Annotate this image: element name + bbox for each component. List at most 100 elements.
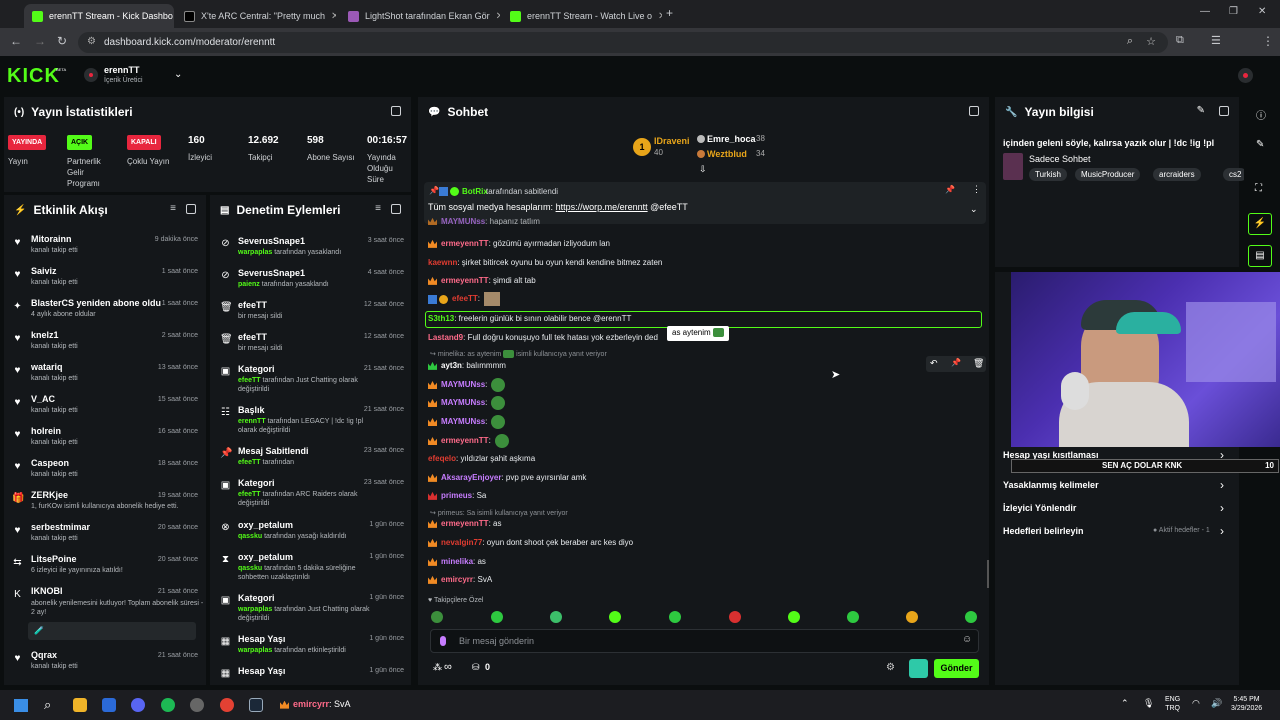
chat-username[interactable]: efeeTT bbox=[452, 294, 478, 303]
mod-actor[interactable]: erennTT bbox=[238, 418, 266, 425]
quick-emote-icon[interactable] bbox=[906, 611, 918, 623]
chat-message[interactable]: Lastand9: Full doğru konuşuyo full tek h… bbox=[428, 331, 658, 345]
activity-item[interactable]: ♥ Mitorainn kanalı takip etti 9 dakika önce bbox=[12, 233, 200, 263]
chat-username[interactable]: ermeyennTT bbox=[441, 276, 489, 285]
bot-icon[interactable] bbox=[909, 659, 928, 678]
chat-message[interactable]: ayt3n: balımmmm bbox=[428, 359, 506, 373]
forward-icon[interactable]: → bbox=[34, 34, 46, 48]
chevron-right-icon[interactable]: › bbox=[1220, 478, 1224, 492]
activity-item[interactable]: ♥ Qqrax kanalı takip etti 21 saat önce bbox=[12, 649, 200, 679]
mod-actor[interactable]: warpaplas bbox=[238, 249, 272, 256]
kick-logo[interactable]: KICK bbox=[7, 65, 60, 88]
popout-icon[interactable] bbox=[186, 204, 196, 214]
clipboard-icon[interactable]: ▤ bbox=[1248, 245, 1272, 267]
chat-message[interactable]: ermeyennTT: şimdi alt tab bbox=[428, 274, 536, 288]
site-info-icon[interactable]: ⚙ bbox=[87, 36, 96, 47]
chat-message[interactable]: ermeyennTT: gözümü ayırmadan izliyodum l… bbox=[428, 237, 610, 251]
chat-username[interactable]: MAYMUNss bbox=[441, 398, 485, 407]
unpin-icon[interactable]: 📌 bbox=[945, 185, 955, 194]
mod-actor[interactable]: warpaplas bbox=[238, 647, 272, 654]
quick-emote-icon[interactable] bbox=[491, 611, 503, 623]
popout-icon[interactable] bbox=[1219, 106, 1229, 116]
settings-link[interactable]: Hedefleri belirleyin bbox=[1003, 526, 1084, 536]
chat-username[interactable]: ermeyennTT bbox=[441, 519, 489, 528]
mod-action-item[interactable]: 📌 Mesaj Sabitlendi efeeTT tarafından 23 saa… bbox=[220, 446, 408, 476]
minimize-icon[interactable]: — bbox=[1200, 6, 1210, 17]
chat-message[interactable]: emircyrr: SvA bbox=[428, 573, 492, 587]
quick-emote-icon[interactable] bbox=[431, 611, 443, 623]
info-icon[interactable]: ⓘ bbox=[1256, 107, 1266, 122]
chat-username[interactable]: minelika bbox=[441, 557, 473, 566]
extensions-icon[interactable]: ⧉ bbox=[1176, 34, 1184, 47]
chat-message[interactable]: efeeTT: bbox=[428, 292, 501, 306]
popout-icon[interactable] bbox=[969, 106, 979, 116]
file-explorer-icon[interactable] bbox=[73, 698, 87, 712]
quick-emote-icon[interactable] bbox=[788, 611, 800, 623]
activity-item[interactable]: ♥ watariq kanalı takip etti 13 saat önce bbox=[12, 361, 200, 391]
settings-link[interactable]: İzleyici Yönlendir bbox=[1003, 503, 1076, 513]
search-icon[interactable]: ⌕ bbox=[44, 697, 51, 713]
chevron-down-icon[interactable]: ⌄ bbox=[970, 204, 978, 215]
quick-emote-icon[interactable] bbox=[609, 611, 621, 623]
chrome-icon[interactable] bbox=[220, 698, 234, 712]
tab-kick-watch[interactable]: erennTT Stream - Watch Live o ✕ bbox=[502, 4, 662, 28]
tray-microphone-icon[interactable]: 🎙 bbox=[1143, 698, 1154, 709]
quick-emote-icon[interactable] bbox=[669, 611, 681, 623]
close-icon[interactable]: ✕ bbox=[658, 11, 662, 22]
close-window-icon[interactable]: ✕ bbox=[1258, 6, 1266, 17]
more-options-icon[interactable]: ⋮ bbox=[972, 184, 981, 195]
microphone-icon[interactable] bbox=[440, 636, 446, 646]
chat-message[interactable]: kaewnn: şirket bitircek oyunu bu oyun ke… bbox=[428, 256, 662, 270]
language-indicator[interactable]: ENG TRQ bbox=[1165, 695, 1180, 713]
filter-icon[interactable]: ≡ bbox=[170, 203, 176, 214]
quick-emote-icon[interactable] bbox=[550, 611, 562, 623]
activity-item[interactable]: 🎁 ZERKjee 1, furKOw isimli kullanıcıya abo… bbox=[12, 489, 200, 519]
maximize-icon[interactable]: ❐ bbox=[1229, 6, 1238, 17]
user-avatar[interactable] bbox=[1238, 68, 1253, 83]
close-icon[interactable]: ✕ bbox=[496, 11, 500, 22]
chat-username[interactable]: ermeyennTT bbox=[441, 436, 489, 445]
leaderboard-name[interactable]: Weztblud bbox=[707, 149, 747, 159]
chat-username[interactable]: MAYMUNss bbox=[441, 217, 485, 225]
app-icon[interactable] bbox=[190, 698, 204, 712]
chat-message[interactable]: primeus: Sa bbox=[428, 489, 486, 503]
activity-item[interactable]: ♥ Caspeon kanalı takip etti 18 saat önce bbox=[12, 457, 200, 487]
kick-points-icon[interactable]: ⁂ bbox=[433, 662, 442, 673]
mod-action-item[interactable]: ▣ Kategori efeeTT tarafından Just Chatting… bbox=[220, 364, 408, 394]
settings-link[interactable]: Yasaklanmış kelimeler bbox=[1003, 480, 1099, 490]
chevron-down-icon[interactable]: ⌄ bbox=[174, 69, 182, 80]
tray-chevron-up-icon[interactable]: ⌃ bbox=[1121, 698, 1129, 709]
quick-emote-icon[interactable] bbox=[729, 611, 741, 623]
edit-pencil-icon[interactable]: ✎ bbox=[1197, 105, 1205, 116]
pin-icon[interactable]: 📌 bbox=[951, 358, 961, 367]
pinned-link[interactable]: https://worp.me/erenntt bbox=[556, 202, 648, 212]
bookmark-star-icon[interactable]: ☆ bbox=[1146, 35, 1156, 48]
mod-actor[interactable]: efeeTT bbox=[238, 491, 261, 498]
activity-item[interactable]: ✦ BlasterCS yeniden abone oldu! 4 aylık ab… bbox=[12, 297, 200, 327]
reply-icon[interactable]: ↶ bbox=[930, 358, 938, 369]
quick-emote-icon[interactable] bbox=[847, 611, 859, 623]
url-field[interactable]: ⚙ dashboard.kick.com/moderator/erenntt ⌕… bbox=[78, 32, 1168, 53]
filter-icon[interactable]: ≡ bbox=[375, 203, 381, 214]
chat-username[interactable]: ayt3n bbox=[441, 361, 462, 370]
wifi-icon[interactable]: ◠ bbox=[1192, 698, 1200, 709]
activity-item[interactable]: ♥ Saiviz kanalı takip etti 1 saat önce bbox=[12, 265, 200, 295]
mod-action-item[interactable]: ⧗ oxy_petalum qassku tarafından 5 dakika s… bbox=[220, 552, 408, 582]
tab-kick-dashboard[interactable]: erennTT Stream - Kick Dashbo ✕ bbox=[24, 4, 174, 28]
activity-item[interactable]: ⇆ LitsePoine 6 izleyici ile yayınınıza kat… bbox=[12, 553, 200, 583]
stream-tag[interactable]: arcraiders bbox=[1153, 168, 1201, 181]
settings-gear-icon[interactable]: ⚙ bbox=[886, 662, 895, 673]
chat-input[interactable]: Bir mesaj gönderin ☺ bbox=[430, 629, 979, 653]
chat-message[interactable]: efeqelo: yıldızlar şahit aşkıma bbox=[428, 452, 535, 466]
activity-item[interactable]: ♥ serbestmimar kanalı takip etti 20 saat ön… bbox=[12, 521, 200, 551]
chevron-down-icon[interactable]: ⇩ bbox=[699, 164, 707, 175]
lightning-icon[interactable]: ⚡ bbox=[1248, 213, 1272, 235]
chat-username[interactable]: nevalgin77 bbox=[441, 538, 482, 547]
mod-action-item[interactable]: ☷ Başlık erennTT tarafından LEGACY | !dc !… bbox=[220, 405, 408, 435]
mod-action-item[interactable]: ▣ Kategori warpaplas tarafından Just Chatt… bbox=[220, 593, 408, 623]
activity-item[interactable]: ♥ holrein kanalı takip etti 16 saat önce bbox=[12, 425, 200, 455]
chat-message[interactable]: ermeyennTT: as bbox=[428, 517, 501, 531]
popout-icon[interactable] bbox=[391, 106, 401, 116]
leaderboard-name[interactable]: IDraveni bbox=[654, 136, 690, 146]
mod-actor[interactable]: warpaplas bbox=[238, 606, 272, 613]
